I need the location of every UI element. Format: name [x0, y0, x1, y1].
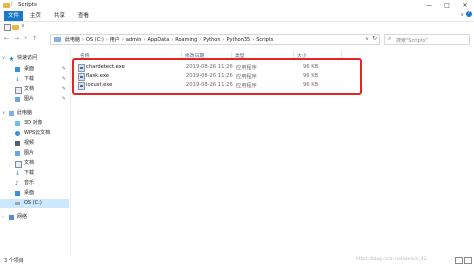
ribbon-tabs: 文件 主页 共享 查看 ∨ ?: [0, 11, 474, 22]
search-icon: ⌕: [388, 35, 392, 42]
up-arrow-icon[interactable]: ↑: [32, 35, 37, 42]
forward-arrow-icon[interactable]: →: [14, 35, 19, 42]
nav-downloads[interactable]: ↓ 下载 ✎: [0, 75, 69, 84]
computer-icon: [54, 37, 61, 42]
address-row: ← → ∨ ↑ 此电脑 › OS (C:) › 用户 › admin › AppData › Roa…: [0, 33, 474, 45]
expand-arrow-icon[interactable]: ›: [2, 213, 4, 222]
breadcrumb-item[interactable]: Roaming: [175, 37, 197, 43]
nav-downloads-pc[interactable]: ↓ 下载: [0, 169, 69, 178]
window-title: Scripts: [18, 2, 37, 8]
pin-icon: ✎: [61, 66, 66, 72]
nav-pictures-pc[interactable]: 图片: [0, 149, 69, 158]
nav-quick-access[interactable]: ∨ 快速访问: [0, 54, 69, 63]
video-icon: [15, 141, 20, 146]
recent-dropdown-icon[interactable]: ∨: [24, 36, 27, 41]
breadcrumb-item[interactable]: OS (C:): [86, 37, 104, 43]
breadcrumb-item[interactable]: Python35: [227, 37, 251, 43]
nav-music[interactable]: ♪ 音乐: [0, 179, 69, 188]
address-bar[interactable]: 此电脑 › OS (C:) › 用户 › admin › AppData › Roaming › Pyt…: [50, 34, 380, 45]
breadcrumb-item[interactable]: Scripts: [256, 37, 273, 43]
search-input[interactable]: ⌕ 搜索"Scripts": [384, 34, 470, 45]
quick-access-toolbar: ∨: [0, 22, 474, 32]
document-icon: [15, 161, 22, 168]
nav-documents-pc[interactable]: 文档: [0, 159, 69, 168]
new-folder-icon[interactable]: [12, 25, 19, 30]
qa-dropdown-icon[interactable]: ∨: [21, 23, 25, 29]
tab-file[interactable]: 文件: [4, 11, 24, 21]
expand-arrow-icon[interactable]: ∨: [2, 54, 5, 63]
document-icon: [15, 87, 22, 94]
nav-wps-cloud[interactable]: WPS云文档: [0, 129, 69, 138]
address-dropdown-icon[interactable]: ∨: [365, 36, 369, 42]
refresh-icon[interactable]: ↻: [372, 35, 377, 42]
highlight-box: [72, 58, 362, 95]
breadcrumb-item[interactable]: AppData: [147, 37, 169, 43]
help-icon[interactable]: ?: [466, 11, 472, 17]
nav-os-c-drive[interactable]: OS (C:): [0, 199, 69, 208]
breadcrumb-item[interactable]: 用户: [110, 37, 120, 43]
back-arrow-icon[interactable]: ←: [4, 35, 9, 42]
nav-documents[interactable]: 文档 ✎: [0, 85, 69, 94]
computer-icon: [9, 111, 14, 116]
close-button[interactable]: ✕: [456, 0, 474, 11]
desktop-icon: [15, 67, 20, 72]
network-icon: [9, 215, 14, 220]
nav-network[interactable]: › 网络: [0, 213, 69, 222]
nav-this-pc[interactable]: ∨ 此电脑: [0, 109, 69, 118]
title-separator: |: [11, 1, 13, 7]
tab-share[interactable]: 共享: [50, 11, 69, 21]
download-icon: ↓: [15, 170, 21, 177]
tab-home[interactable]: 主页: [26, 11, 45, 21]
pin-icon: ✎: [61, 96, 66, 102]
breadcrumb-item[interactable]: Python: [203, 37, 220, 43]
maximize-button[interactable]: □: [438, 0, 456, 11]
nav-pictures[interactable]: 图片 ✎: [0, 95, 69, 104]
picture-icon: [15, 151, 20, 156]
nav-3d-objects[interactable]: 3D 对象: [0, 119, 69, 128]
breadcrumb: 此电脑 › OS (C:) › 用户 › admin › AppData › Roaming › Pyt…: [65, 37, 274, 43]
picture-icon: [15, 97, 20, 102]
cloud-icon: [15, 131, 20, 136]
star-icon: [9, 56, 14, 61]
breadcrumb-item[interactable]: 此电脑: [65, 37, 80, 43]
large-icons-view-icon[interactable]: [464, 257, 472, 264]
cube-icon: [15, 121, 20, 126]
item-count: 3 个项目: [4, 258, 24, 264]
pin-icon: ✎: [61, 86, 66, 92]
nav-videos[interactable]: 视频: [0, 139, 69, 148]
desktop-icon: [15, 191, 20, 196]
drive-icon: [15, 202, 20, 205]
ribbon-expand-icon[interactable]: ∨: [460, 12, 464, 18]
breadcrumb-item[interactable]: admin: [126, 37, 142, 43]
navigation-pane: ∨ 快速访问 桌面 ✎ ↓ 下载 ✎ 文档 ✎ 图片 ✎ ∨ 此电脑 3D 对象…: [0, 48, 71, 254]
nav-desktop-pc[interactable]: 桌面: [0, 189, 69, 198]
minimize-button[interactable]: —: [420, 0, 438, 11]
expand-arrow-icon[interactable]: ∨: [2, 109, 5, 118]
status-bar: 3 个项目 https://blog.csdn.net/weixin_42: [0, 254, 474, 266]
download-icon: ↓: [15, 76, 21, 83]
watermark: https://blog.csdn.net/weixin_42: [356, 257, 427, 262]
pin-icon: ✎: [61, 76, 66, 82]
music-icon: ♪: [15, 180, 19, 187]
search-placeholder: 搜索"Scripts": [396, 37, 428, 44]
title-bar: | Scripts — □ ✕: [0, 0, 474, 11]
nav-desktop[interactable]: 桌面 ✎: [0, 65, 69, 74]
tab-view[interactable]: 查看: [74, 11, 93, 21]
details-view-icon[interactable]: [455, 257, 463, 264]
checkbox-icon[interactable]: [4, 24, 11, 31]
folder-icon: [3, 3, 10, 8]
